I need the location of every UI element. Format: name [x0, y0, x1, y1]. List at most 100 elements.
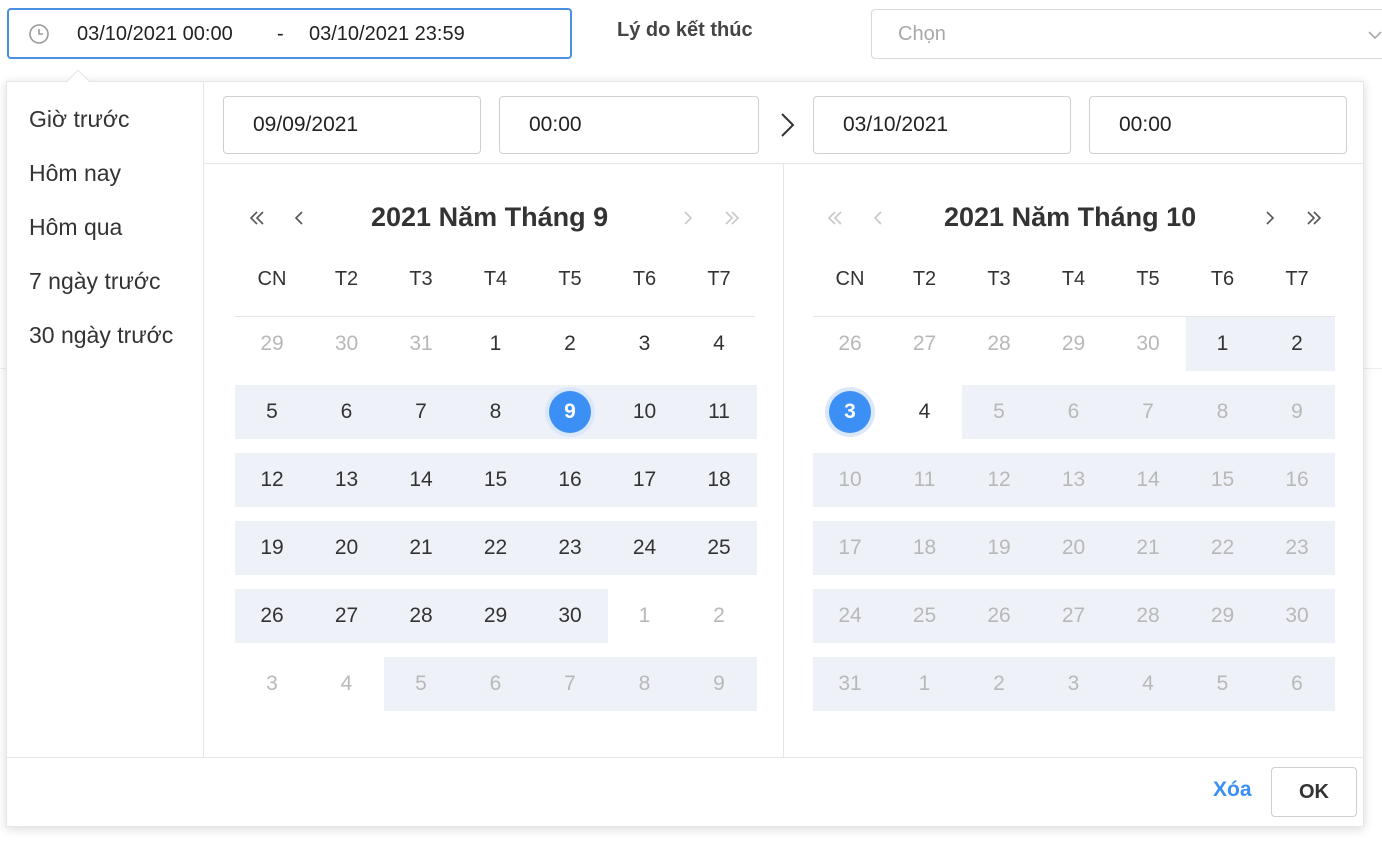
day-cell[interactable]: 28	[962, 317, 1036, 371]
day-cell[interactable]: 29	[1037, 317, 1111, 371]
day-cell[interactable]: 21	[1111, 521, 1185, 575]
day-cell[interactable]: 9	[1260, 385, 1334, 439]
selected-day-cell[interactable]: 9	[533, 385, 607, 439]
prev-month-icon[interactable]	[289, 208, 309, 228]
day-cell[interactable]: 10	[813, 453, 887, 507]
day-cell[interactable]: 11	[682, 385, 756, 439]
prev-year-icon[interactable]	[247, 208, 267, 228]
next-year-icon[interactable]	[1304, 208, 1324, 228]
day-cell[interactable]: 11	[888, 453, 962, 507]
selected-day-cell[interactable]: 3	[813, 385, 887, 439]
day-cell[interactable]: 25	[682, 521, 756, 575]
day-cell[interactable]: 6	[1260, 657, 1334, 711]
day-cell[interactable]: 4	[1111, 657, 1185, 711]
day-cell[interactable]: 2	[962, 657, 1036, 711]
day-cell[interactable]: 2	[1260, 317, 1334, 371]
day-cell[interactable]: 23	[533, 521, 607, 575]
day-cell[interactable]: 5	[962, 385, 1036, 439]
day-cell[interactable]: 24	[608, 521, 682, 575]
day-cell[interactable]: 29	[235, 317, 309, 371]
day-cell[interactable]: 16	[1260, 453, 1334, 507]
day-cell[interactable]: 20	[1037, 521, 1111, 575]
ok-button[interactable]: OK	[1271, 767, 1357, 817]
day-cell[interactable]: 27	[888, 317, 962, 371]
day-cell[interactable]: 30	[1111, 317, 1185, 371]
day-cell[interactable]: 21	[384, 521, 458, 575]
day-cell[interactable]: 15	[1186, 453, 1260, 507]
end-reason-select[interactable]: Chọn	[871, 9, 1382, 59]
day-cell[interactable]: 18	[888, 521, 962, 575]
shortcut-last-7-days[interactable]: 7 ngày trước	[29, 268, 160, 295]
day-cell[interactable]: 6	[310, 385, 384, 439]
day-cell[interactable]: 6	[1037, 385, 1111, 439]
day-cell[interactable]: 22	[1186, 521, 1260, 575]
day-cell[interactable]: 2	[682, 589, 756, 643]
clear-button[interactable]: Xóa	[1213, 778, 1252, 802]
day-cell[interactable]: 3	[235, 657, 309, 711]
day-cell[interactable]: 22	[459, 521, 533, 575]
start-date-input[interactable]	[223, 96, 481, 154]
day-cell[interactable]: 14	[1111, 453, 1185, 507]
day-cell[interactable]: 31	[813, 657, 887, 711]
day-cell[interactable]: 17	[608, 453, 682, 507]
day-cell[interactable]: 1	[1186, 317, 1260, 371]
day-cell[interactable]: 30	[1260, 589, 1334, 643]
day-cell[interactable]: 1	[608, 589, 682, 643]
prev-year-icon[interactable]	[825, 208, 845, 228]
day-cell[interactable]: 26	[235, 589, 309, 643]
prev-month-icon[interactable]	[868, 208, 888, 228]
day-cell[interactable]: 26	[962, 589, 1036, 643]
day-cell[interactable]: 19	[962, 521, 1036, 575]
day-cell[interactable]: 4	[682, 317, 756, 371]
day-cell[interactable]: 1	[888, 657, 962, 711]
day-cell[interactable]: 30	[533, 589, 607, 643]
day-cell[interactable]: 4	[888, 385, 962, 439]
day-cell[interactable]: 13	[310, 453, 384, 507]
day-cell[interactable]: 12	[962, 453, 1036, 507]
date-range-input[interactable]: 03/10/2021 00:00 - 03/10/2021 23:59	[7, 8, 572, 59]
day-cell[interactable]: 3	[1037, 657, 1111, 711]
day-cell[interactable]: 15	[459, 453, 533, 507]
day-cell[interactable]: 8	[608, 657, 682, 711]
end-date-input[interactable]	[813, 96, 1071, 154]
day-cell[interactable]: 14	[384, 453, 458, 507]
day-cell[interactable]: 9	[682, 657, 756, 711]
next-month-icon[interactable]	[1260, 208, 1280, 228]
day-cell[interactable]: 23	[1260, 521, 1334, 575]
day-cell[interactable]: 16	[533, 453, 607, 507]
day-cell[interactable]: 12	[235, 453, 309, 507]
day-cell[interactable]: 3	[608, 317, 682, 371]
day-cell[interactable]: 18	[682, 453, 756, 507]
day-cell[interactable]: 2	[533, 317, 607, 371]
day-cell[interactable]: 1	[459, 317, 533, 371]
day-cell[interactable]: 20	[310, 521, 384, 575]
day-cell[interactable]: 19	[235, 521, 309, 575]
day-cell[interactable]: 27	[310, 589, 384, 643]
day-cell[interactable]: 17	[813, 521, 887, 575]
day-cell[interactable]: 4	[310, 657, 384, 711]
day-cell[interactable]: 7	[1111, 385, 1185, 439]
day-cell[interactable]: 5	[1186, 657, 1260, 711]
day-cell[interactable]: 10	[608, 385, 682, 439]
day-cell[interactable]: 25	[888, 589, 962, 643]
day-cell[interactable]: 29	[459, 589, 533, 643]
day-cell[interactable]: 24	[813, 589, 887, 643]
day-cell[interactable]: 7	[384, 385, 458, 439]
day-cell[interactable]: 13	[1037, 453, 1111, 507]
day-cell[interactable]: 28	[384, 589, 458, 643]
day-cell[interactable]: 28	[1111, 589, 1185, 643]
day-cell[interactable]: 26	[813, 317, 887, 371]
start-time-input[interactable]	[499, 96, 759, 154]
day-cell[interactable]: 27	[1037, 589, 1111, 643]
day-cell[interactable]: 8	[1186, 385, 1260, 439]
shortcut-last-hour[interactable]: Giờ trước	[29, 106, 130, 133]
day-cell[interactable]: 5	[384, 657, 458, 711]
shortcut-yesterday[interactable]: Hôm qua	[29, 214, 122, 241]
day-cell[interactable]: 5	[235, 385, 309, 439]
shortcut-today[interactable]: Hôm nay	[29, 160, 121, 187]
end-time-input[interactable]	[1089, 96, 1347, 154]
day-cell[interactable]: 31	[384, 317, 458, 371]
day-cell[interactable]: 29	[1186, 589, 1260, 643]
day-cell[interactable]: 30	[310, 317, 384, 371]
day-cell[interactable]: 8	[459, 385, 533, 439]
